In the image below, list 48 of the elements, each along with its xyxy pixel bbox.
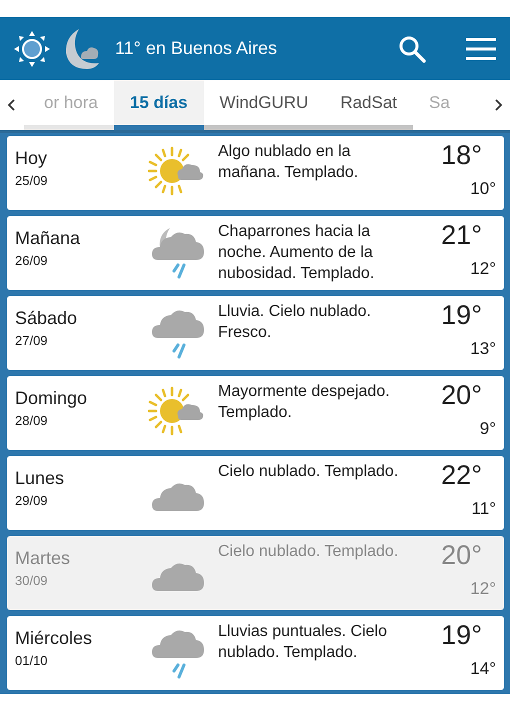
day-date: 01/10 — [15, 653, 49, 668]
max-temperature: 19° — [441, 620, 482, 651]
forecast-row[interactable]: Miércoles 01/10 Lluvias puntuales. Cielo nublado. Templado. 19° 14° — [7, 616, 504, 690]
day-date: 27/09 — [15, 333, 49, 348]
forecast-description: Lluvia. Cielo nublado. Fresco. — [218, 302, 372, 343]
day-name: Lunes — [15, 468, 66, 489]
search-icon[interactable] — [398, 34, 426, 62]
chevron-left-icon[interactable] — [6, 98, 16, 112]
min-temperature: 13° — [470, 339, 496, 359]
forecast-row[interactable]: Sábado 27/09 Lluvia. Cielo nublado. Fresco. 19° 13° — [7, 296, 504, 370]
min-temperature: 11° — [472, 499, 496, 519]
day-name: Sábado — [15, 308, 78, 329]
sun-icon — [13, 30, 51, 68]
day-date: 28/09 — [15, 413, 49, 428]
min-temperature: 9° — [480, 419, 496, 439]
location-title: 11° en Buenos Aires — [115, 38, 278, 59]
forecast-description: Cielo nublado. Templado. — [218, 462, 400, 482]
max-temperature: 20° — [441, 380, 482, 411]
min-temperature: 10° — [470, 179, 496, 199]
forecast-description: Chaparrones hacia la noche. Aumento de la nubosidad. Templado. — [218, 222, 376, 284]
day-name: Domingo — [15, 388, 88, 409]
forecast-row[interactable]: Lunes 29/09 Cielo nublado. Templado. 22° 11° — [7, 456, 504, 530]
forecast-row[interactable]: Hoy 25/09 Algo nublado en la mañana. Templado. 18° 10° — [7, 136, 504, 210]
day-date: 29/09 — [15, 493, 49, 508]
day-name: Martes — [15, 548, 72, 569]
forecast-description: Lluvias puntuales. Cielo nublado. Templado. — [218, 622, 388, 663]
chevron-right-icon[interactable] — [494, 98, 504, 112]
max-temperature: 19° — [441, 300, 482, 331]
day-date: 25/09 — [15, 173, 49, 188]
forecast-description: Cielo nublado. Templado. — [218, 542, 400, 562]
day-date: 30/09 — [15, 573, 49, 588]
min-temperature: 14° — [470, 659, 496, 679]
day-name: Mañana — [15, 228, 82, 249]
forecast-description: Mayormente despejado. Templado. — [218, 382, 391, 423]
max-temperature: 20° — [441, 540, 482, 571]
max-temperature: 21° — [441, 220, 482, 251]
forecast-row[interactable]: Domingo 28/09 Mayormente despejado. Templado. 20° 9° — [7, 376, 504, 450]
min-temperature: 12° — [470, 579, 496, 599]
forecast-description: Algo nublado en la mañana. Templado. — [218, 142, 360, 183]
day-name: Miércoles — [15, 628, 94, 649]
day-date: 26/09 — [15, 253, 49, 268]
day-name: Hoy — [15, 148, 48, 169]
tab[interactable]: 15 días — [114, 80, 204, 130]
forecast-row[interactable]: Mañana 26/09 Chaparrones hacia la noche. Aumento de la nubosidad. Templado. 21° 12° — [7, 216, 504, 290]
max-temperature: 22° — [441, 460, 482, 491]
min-temperature: 12° — [470, 259, 496, 279]
menu-icon[interactable] — [466, 36, 496, 60]
max-temperature: 18° — [441, 140, 482, 171]
